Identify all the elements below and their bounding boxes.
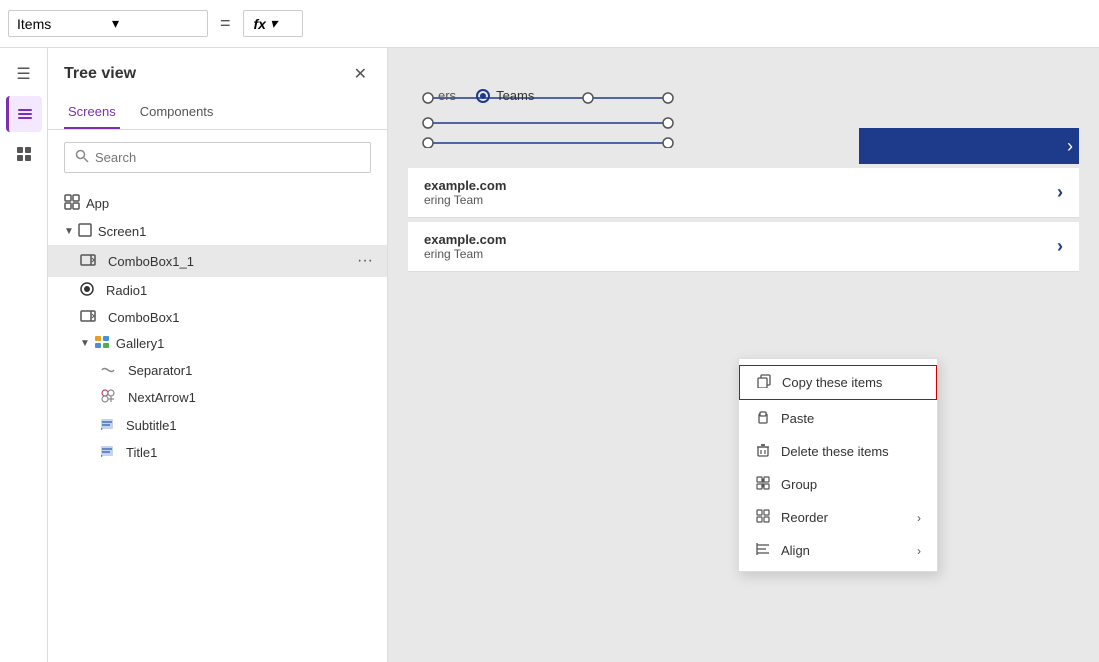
- subtitle1-label: Subtitle1: [126, 418, 379, 433]
- main-layout: ☰ Tree view ✕ Screens Components: [0, 48, 1099, 662]
- top-bar: Items ▾ = fx ▾: [0, 0, 1099, 48]
- teams-label: Teams: [496, 88, 534, 103]
- combobox1-icon: [80, 309, 96, 325]
- list-row-0-domain: example.com: [424, 178, 506, 193]
- copy-icon: [756, 374, 772, 391]
- combobox1-1-icon: [80, 253, 96, 269]
- tree-item-combobox1-1[interactable]: ComboBox1_1 ···: [48, 245, 387, 277]
- tree-item-radio1[interactable]: Radio1: [48, 277, 387, 304]
- reorder-label: Reorder: [781, 510, 907, 525]
- equals-sign: =: [216, 13, 235, 34]
- menu-item-reorder[interactable]: Reorder ›: [739, 501, 937, 534]
- list-row-0[interactable]: example.com ering Team ›: [408, 168, 1079, 218]
- align-arrow-icon: ›: [917, 544, 921, 558]
- list-row-1-domain: example.com: [424, 232, 506, 247]
- menu-item-paste[interactable]: Paste: [739, 402, 937, 435]
- dropdown-arrow: ▾: [112, 15, 199, 32]
- app-label: App: [86, 196, 379, 211]
- paste-icon: [755, 410, 771, 427]
- screen1-triangle: ▼: [64, 226, 74, 237]
- tree-item-screen1[interactable]: ▼ Screen1: [48, 218, 387, 245]
- list-row-1[interactable]: example.com ering Team ›: [408, 222, 1079, 272]
- menu-item-group[interactable]: Group: [739, 468, 937, 501]
- list-row-1-text: example.com ering Team: [424, 232, 506, 261]
- sidebar-layers-icon[interactable]: [6, 96, 42, 132]
- title1-label: Title1: [126, 445, 379, 460]
- canvas-area: ers Teams › example.com ering Team ›: [388, 48, 1099, 662]
- list-row-1-chevron-icon: ›: [1057, 236, 1063, 257]
- app-icon: [64, 194, 80, 213]
- radio1-icon: [80, 282, 94, 299]
- tree-tabs: Screens Components: [48, 96, 387, 130]
- separator1-label: Separator1: [128, 363, 379, 378]
- tree-item-combobox1[interactable]: ComboBox1: [48, 304, 387, 330]
- group-label: Group: [781, 477, 921, 492]
- align-label: Align: [781, 543, 907, 558]
- radio-option-teams[interactable]: Teams: [476, 88, 534, 103]
- radio-option-ers: ers: [438, 88, 456, 103]
- tree-header: Tree view ✕: [48, 48, 387, 96]
- tree-item-app[interactable]: App: [48, 189, 387, 218]
- fx-button[interactable]: fx ▾: [243, 10, 303, 37]
- tree-item-subtitle1[interactable]: Subtitle1: [48, 412, 387, 439]
- reorder-icon: [755, 509, 771, 526]
- combobox1-1-more-button[interactable]: ···: [351, 250, 379, 272]
- tree-content: App ▼ Screen1: [48, 185, 387, 662]
- list-row-0-team: ering Team: [424, 193, 506, 207]
- menu-item-align[interactable]: Align ›: [739, 534, 937, 567]
- title1-icon: [100, 444, 114, 461]
- nextarrow1-label: NextArrow1: [128, 390, 379, 405]
- tree-title: Tree view: [64, 65, 136, 83]
- list-row-0-text: example.com ering Team: [424, 178, 506, 207]
- nextarrow1-icon: [100, 388, 116, 407]
- search-input[interactable]: [95, 150, 360, 165]
- menu-item-delete[interactable]: Delete these items: [739, 435, 937, 468]
- icon-sidebar: ☰: [0, 48, 48, 662]
- tab-screens[interactable]: Screens: [64, 96, 120, 129]
- fx-arrow: ▾: [270, 15, 277, 32]
- tree-item-gallery1[interactable]: ▼ Gallery1: [48, 330, 387, 357]
- tree-item-separator1[interactable]: Separator1: [48, 357, 387, 383]
- dropdown-selector-bar[interactable]: ›: [859, 128, 1079, 164]
- tree-item-nextarrow1[interactable]: NextArrow1: [48, 383, 387, 412]
- tab-components[interactable]: Components: [136, 96, 218, 129]
- sidebar-hamburger[interactable]: ☰: [6, 56, 42, 92]
- align-icon: [755, 542, 771, 559]
- delete-label: Delete these items: [781, 444, 921, 459]
- list-row-0-chevron-icon: ›: [1057, 182, 1063, 203]
- gallery1-icon: [94, 335, 110, 352]
- gallery1-label: Gallery1: [116, 336, 379, 351]
- sidebar-grid-icon[interactable]: [6, 136, 42, 172]
- list-container: example.com ering Team › example.com eri…: [408, 168, 1079, 272]
- search-box: [64, 142, 371, 173]
- radio1-label: Radio1: [106, 283, 379, 298]
- tree-panel: Tree view ✕ Screens Components: [48, 48, 388, 662]
- subtitle1-icon: [100, 417, 114, 434]
- screen1-label: Screen1: [98, 224, 379, 239]
- dropdown-chevron-icon: ›: [1067, 136, 1073, 157]
- list-row-1-team: ering Team: [424, 247, 506, 261]
- tree-item-title1[interactable]: Title1: [48, 439, 387, 466]
- delete-icon: [755, 443, 771, 460]
- tree-close-button[interactable]: ✕: [350, 60, 371, 88]
- search-icon: [75, 149, 89, 166]
- combobox1-1-label: ComboBox1_1: [108, 254, 351, 269]
- items-label: Items: [17, 16, 104, 32]
- menu-item-copy[interactable]: Copy these items: [739, 365, 937, 400]
- combobox1-label: ComboBox1: [108, 310, 379, 325]
- items-dropdown[interactable]: Items ▾: [8, 10, 208, 37]
- gallery1-triangle: ▼: [80, 338, 90, 349]
- fx-label: fx: [254, 16, 266, 32]
- group-icon: [755, 476, 771, 493]
- screen-icon: [78, 223, 92, 240]
- paste-label: Paste: [781, 411, 921, 426]
- separator1-icon: [100, 362, 116, 378]
- reorder-arrow-icon: ›: [917, 511, 921, 525]
- copy-label: Copy these items: [782, 375, 920, 390]
- context-menu: Copy these items Paste: [738, 358, 938, 572]
